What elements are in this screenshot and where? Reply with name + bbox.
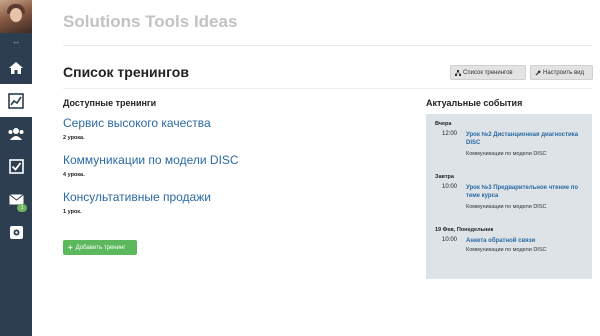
event-day: Завтра [435, 174, 454, 180]
settings-icon [9, 226, 23, 239]
training-title[interactable]: Сервис высокого качества [63, 116, 211, 130]
sidebar-item-users[interactable] [0, 117, 32, 150]
wrench-icon [535, 70, 541, 75]
events-heading: Актуальные события [426, 98, 523, 108]
training-title[interactable]: Консультативные продажи [63, 190, 211, 204]
event-time: 10:00 [442, 184, 458, 190]
page-title: Список тренингов [63, 64, 189, 80]
event-title-link[interactable]: Урок №3 Предварительное чтение по теме к… [466, 184, 586, 200]
event-time: 12:00 [442, 131, 458, 137]
sidebar-item-settings[interactable] [0, 216, 32, 249]
available-trainings-heading: Доступные тренинги [63, 98, 157, 108]
sidebar-item-trainings[interactable] [0, 84, 32, 117]
sidebar-item-home[interactable] [0, 51, 32, 84]
event-course: Коммуникации по модели DISC [466, 151, 547, 157]
events-panel: Вчера 12:00 Урок №2 Дистанционная диагно… [426, 114, 592, 279]
app-title: Solutions Tools Ideas [63, 12, 238, 31]
training-lessons: 4 урока. [63, 172, 85, 178]
training-lessons: 2 урока. [63, 135, 85, 141]
users-icon [8, 127, 24, 140]
configure-view-button-label: Настроить вид [543, 69, 585, 76]
mail-badge: 1 [17, 204, 27, 212]
event-course: Коммуникации по модели DISC [466, 204, 547, 210]
collapse-toggle-icon[interactable]: ↔ [0, 34, 32, 48]
training-list-button-label: Список тренингов [463, 69, 513, 76]
event-day: Вчера [435, 121, 452, 127]
event-day: 19 Фев, Понедельник [435, 227, 494, 233]
header-divider [63, 45, 592, 46]
sidebar-item-tasks[interactable] [0, 150, 32, 183]
sidebar: ↔ 1 [0, 0, 32, 336]
event-title-link[interactable]: Анкета обратной связи [466, 237, 586, 245]
home-icon [9, 61, 23, 74]
add-training-button[interactable]: + Добавить тренинг [63, 240, 137, 255]
add-training-button-label: Добавить тренинг [75, 244, 126, 251]
sitemap-icon [455, 69, 461, 76]
event-time: 10:00 [442, 237, 458, 243]
sidebar-item-messages[interactable]: 1 [0, 183, 32, 216]
avatar-face [10, 8, 22, 22]
training-title[interactable]: Коммуникации по модели DISC [63, 153, 239, 167]
page-header-divider [63, 88, 592, 89]
chart-icon [8, 92, 24, 109]
avatar[interactable] [0, 0, 32, 33]
checkbox-icon [8, 159, 24, 174]
plus-icon: + [68, 243, 73, 252]
event-course: Коммуникации по модели DISC [466, 247, 547, 253]
training-list-button[interactable]: Список тренингов [450, 65, 526, 80]
configure-view-button[interactable]: Настроить вид [530, 65, 593, 80]
training-lessons: 1 урок. [63, 209, 82, 215]
event-title-link[interactable]: Урок №2 Дистанционная диагностика DISC [466, 131, 586, 147]
